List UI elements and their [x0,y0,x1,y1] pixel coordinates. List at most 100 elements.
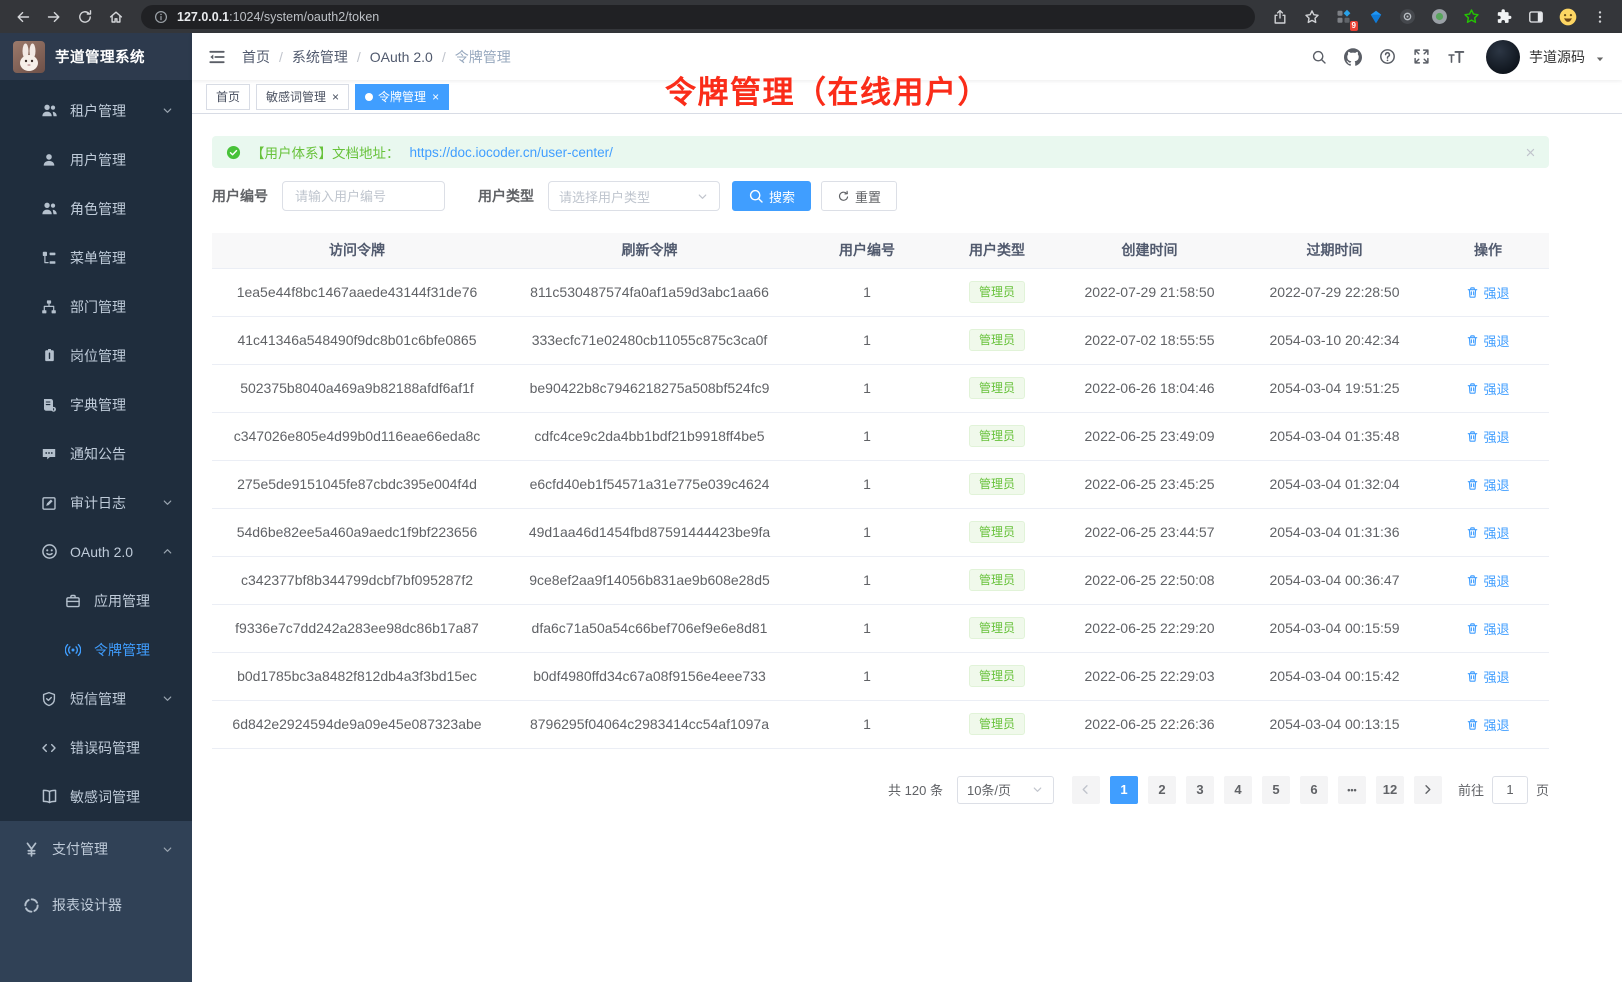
search-button[interactable]: 搜索 [732,181,811,211]
force-logout-link[interactable]: 强退 [1466,571,1509,590]
breadcrumb-item[interactable]: 系统管理 [292,47,348,67]
force-logout-link[interactable]: 强退 [1466,379,1509,398]
force-logout-link[interactable]: 强退 [1466,427,1509,446]
gem-ext-icon[interactable] [1363,4,1388,29]
page-button-5[interactable]: 5 [1262,776,1290,804]
close-icon[interactable] [1524,146,1537,159]
sidebar-item-menu[interactable]: 菜单管理 [0,233,192,282]
side-panel-icon[interactable] [1523,4,1548,29]
page-button-2[interactable]: 2 [1148,776,1176,804]
font-size-icon[interactable] [1447,48,1465,66]
column-header: 用户编号 [797,233,937,268]
sidebar-item-tenant[interactable]: 租户管理 [0,86,192,135]
page-button-4[interactable]: 4 [1224,776,1252,804]
tab-home[interactable]: 首页 [206,84,250,110]
camera-ext-icon[interactable] [1395,4,1420,29]
tab-sensitive-word[interactable]: 敏感词管理× [256,84,349,110]
table-row: c347026e805e4d99b0d116eae66eda8ccdfc4ce9… [212,412,1549,460]
force-logout-link[interactable]: 强退 [1466,283,1509,302]
trash-icon [1466,526,1479,539]
sidebar-item-sensitive-word[interactable]: 敏感词管理 [0,772,192,821]
sidebar-item-sms[interactable]: 短信管理 [0,674,192,723]
pixel-ext-icon[interactable]: 9 [1331,4,1356,29]
docs-icon[interactable] [1379,48,1396,65]
search-icon [748,188,764,204]
github-icon[interactable] [1344,48,1362,66]
next-page-button[interactable] [1414,776,1442,804]
table-row: 1ea5e44f8bc1467aaede43144f31de76811c5304… [212,268,1549,316]
sidebar-item-pay[interactable]: 支付管理 [0,821,192,877]
breadcrumb-item[interactable]: 首页 [242,47,270,67]
page-button-1[interactable]: 1 [1110,776,1138,804]
created-time-cell: 2022-06-25 23:45:25 [1057,460,1242,508]
forward-icon[interactable] [41,4,67,30]
address-bar[interactable]: 127.0.0.1:1024/system/oauth2/token [141,5,1255,29]
trash-icon [1466,382,1479,395]
green-star-ext-icon[interactable] [1459,4,1484,29]
sidebar-item-role[interactable]: 角色管理 [0,184,192,233]
sidebar-item-oauth2-token[interactable]: 令牌管理 [0,625,192,674]
page-button-3[interactable]: 3 [1186,776,1214,804]
reload-icon[interactable] [72,4,98,30]
sidebar-item-report-designer[interactable]: 报表设计器 [0,877,192,933]
sidebar-item-post[interactable]: 岗位管理 [0,331,192,380]
hamburger-icon[interactable] [208,48,226,66]
created-time-cell: 2022-06-25 22:29:03 [1057,652,1242,700]
user-type-badge: 管理员 [969,617,1025,639]
sidebar-item-label: 短信管理 [70,689,126,709]
page-button-6[interactable]: 6 [1300,776,1328,804]
goto-suffix: 页 [1536,780,1549,799]
user-id-input[interactable] [282,181,445,211]
sidebar-item-errcode[interactable]: 错误码管理 [0,723,192,772]
force-logout-link[interactable]: 强退 [1466,667,1509,686]
sidebar-item-dict[interactable]: 字典管理 [0,380,192,429]
sidebar-item-oauth2-app[interactable]: 应用管理 [0,576,192,625]
sidebar-item-oauth2[interactable]: OAuth 2.0 [0,527,192,576]
force-logout-link[interactable]: 强退 [1466,331,1509,350]
expire-time-cell: 2054-03-04 01:31:36 [1242,508,1427,556]
tab-close-icon[interactable]: × [432,90,439,104]
refresh-icon [837,190,850,203]
page-size-select[interactable]: 10条/页 [957,776,1054,804]
reset-button[interactable]: 重置 [821,181,897,211]
sidebar-menu: 租户管理用户管理角色管理菜单管理部门管理岗位管理字典管理通知公告审计日志 OAut… [0,80,192,982]
force-logout-link[interactable]: 强退 [1466,523,1509,542]
sidebar-item-user[interactable]: 用户管理 [0,135,192,184]
profile-emoji-icon[interactable] [1555,4,1580,29]
back-icon[interactable] [10,4,36,30]
info-icon[interactable] [154,10,168,24]
table-row: 54d6be82ee5a460a9aedc1f9bf22365649d1aa46… [212,508,1549,556]
force-logout-link[interactable]: 强退 [1466,475,1509,494]
breadcrumb-item[interactable]: OAuth 2.0 [370,49,433,65]
page-button-12[interactable]: 12 [1376,776,1404,804]
sidebar-item-dept[interactable]: 部门管理 [0,282,192,331]
sidebar-item-notice[interactable]: 通知公告 [0,429,192,478]
refresh-token-cell: 333ecfc71e02480cb11055c875c3ca0f [502,316,797,364]
search-icon[interactable] [1311,49,1327,65]
user-menu[interactable]: 芋道源码 [1486,40,1606,74]
app-logo[interactable]: 芋道管理系统 [0,33,192,80]
yen-icon [22,841,40,858]
share-icon[interactable] [1267,4,1292,29]
puzzle-ext-icon[interactable] [1491,4,1516,29]
tab-close-icon[interactable]: × [332,90,339,104]
doc-link[interactable]: https://doc.iocoder.cn/user-center/ [410,145,613,160]
prev-page-button[interactable] [1072,776,1100,804]
sidebar-item-label: OAuth 2.0 [70,544,133,560]
bookmark-star-icon[interactable] [1299,4,1324,29]
page-more-button[interactable]: ••• [1338,776,1366,804]
goto-page-input[interactable] [1492,776,1528,804]
sidebar-item-audit-log[interactable]: 审计日志 [0,478,192,527]
fullscreen-icon[interactable] [1413,48,1430,65]
adblock-ext-icon[interactable] [1427,4,1452,29]
tab-token[interactable]: 令牌管理× [355,84,449,110]
force-logout-link[interactable]: 强退 [1466,619,1509,638]
pagination: 共 120 条 10条/页 123456•••12 前往 页 [212,776,1549,804]
user-type-badge: 管理员 [969,569,1025,591]
force-logout-link[interactable]: 强退 [1466,715,1509,734]
home-icon[interactable] [103,4,129,30]
user-type-select[interactable]: 请选择用户类型 [548,181,720,211]
browser-menu-icon[interactable] [1587,4,1612,29]
table-row: f9336e7c7dd242a283ee98dc86b17a87dfa6c71a… [212,604,1549,652]
search-button-label: 搜索 [769,187,795,206]
